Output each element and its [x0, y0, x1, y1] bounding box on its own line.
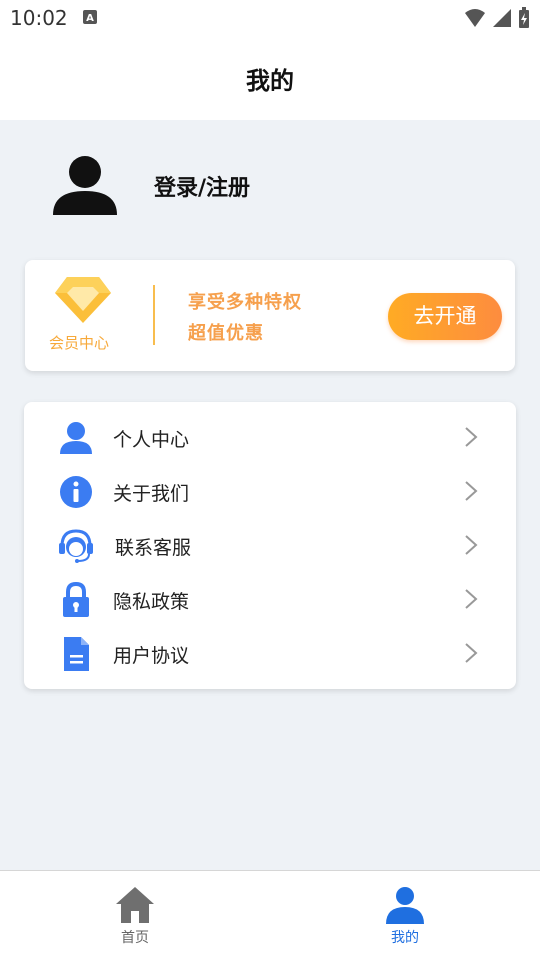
chevron-right-icon — [465, 427, 478, 447]
notification-a-icon: A — [83, 10, 97, 24]
chevron-right-icon — [465, 535, 478, 555]
chevron-right-icon — [465, 643, 478, 663]
menu-item-personal-center[interactable]: 个人中心 — [24, 410, 516, 464]
chevron-right-icon — [465, 589, 478, 609]
tab-label: 我的 — [391, 930, 419, 946]
menu-item-label: 个人中心 — [113, 429, 190, 451]
menu-item-user-agreement[interactable]: 用户协议 — [24, 626, 516, 680]
status-time: 10:02 — [10, 6, 68, 30]
vip-card: 会员中心 享受多种特权 超值优惠 去开通 — [25, 260, 515, 371]
vip-benefit-line2: 超值优惠 — [188, 323, 264, 344]
diamond-icon — [55, 277, 111, 323]
battery-icon — [519, 7, 529, 28]
signal-icon — [493, 9, 511, 27]
menu-item-label: 隐私政策 — [113, 591, 190, 613]
tab-mine[interactable]: 我的 — [270, 871, 540, 961]
customer-service-icon — [59, 529, 93, 563]
status-bar: 10:02 A — [0, 0, 540, 36]
person-icon — [60, 422, 92, 454]
vip-activate-button[interactable]: 去开通 — [388, 293, 502, 340]
tab-label: 首页 — [121, 930, 149, 946]
menu-item-label: 用户协议 — [113, 645, 190, 667]
menu-item-label: 联系客服 — [115, 537, 192, 559]
menu-item-label: 关于我们 — [113, 483, 190, 505]
vip-divider — [153, 285, 155, 345]
wifi-icon — [465, 9, 485, 27]
menu-item-privacy-policy[interactable]: 隐私政策 — [24, 572, 516, 626]
chevron-right-icon — [465, 481, 478, 501]
login-register-link[interactable]: 登录/注册 — [154, 170, 250, 202]
lock-icon — [63, 582, 89, 617]
bottom-tab-bar: 首页 我的 — [0, 870, 540, 961]
home-icon — [116, 887, 154, 923]
svg-text:A: A — [86, 13, 94, 24]
menu-item-customer-service[interactable]: 联系客服 — [24, 518, 516, 572]
vip-benefit-line1: 享受多种特权 — [188, 292, 302, 313]
page-title: 我的 — [246, 67, 294, 95]
info-icon — [60, 476, 92, 508]
avatar-person-icon[interactable] — [52, 155, 118, 215]
menu-item-about-us[interactable]: 关于我们 — [24, 464, 516, 518]
profile-section[interactable]: 登录/注册 — [0, 120, 540, 240]
tab-home[interactable]: 首页 — [0, 871, 270, 961]
person-icon — [386, 887, 424, 924]
header: 我的 — [0, 36, 540, 120]
status-icons — [464, 7, 530, 29]
menu-card: 个人中心 关于我们 联系客服 隐私政策 用户协议 — [24, 402, 516, 689]
document-icon — [64, 637, 89, 671]
vip-center-label: 会员中心 — [49, 334, 110, 352]
